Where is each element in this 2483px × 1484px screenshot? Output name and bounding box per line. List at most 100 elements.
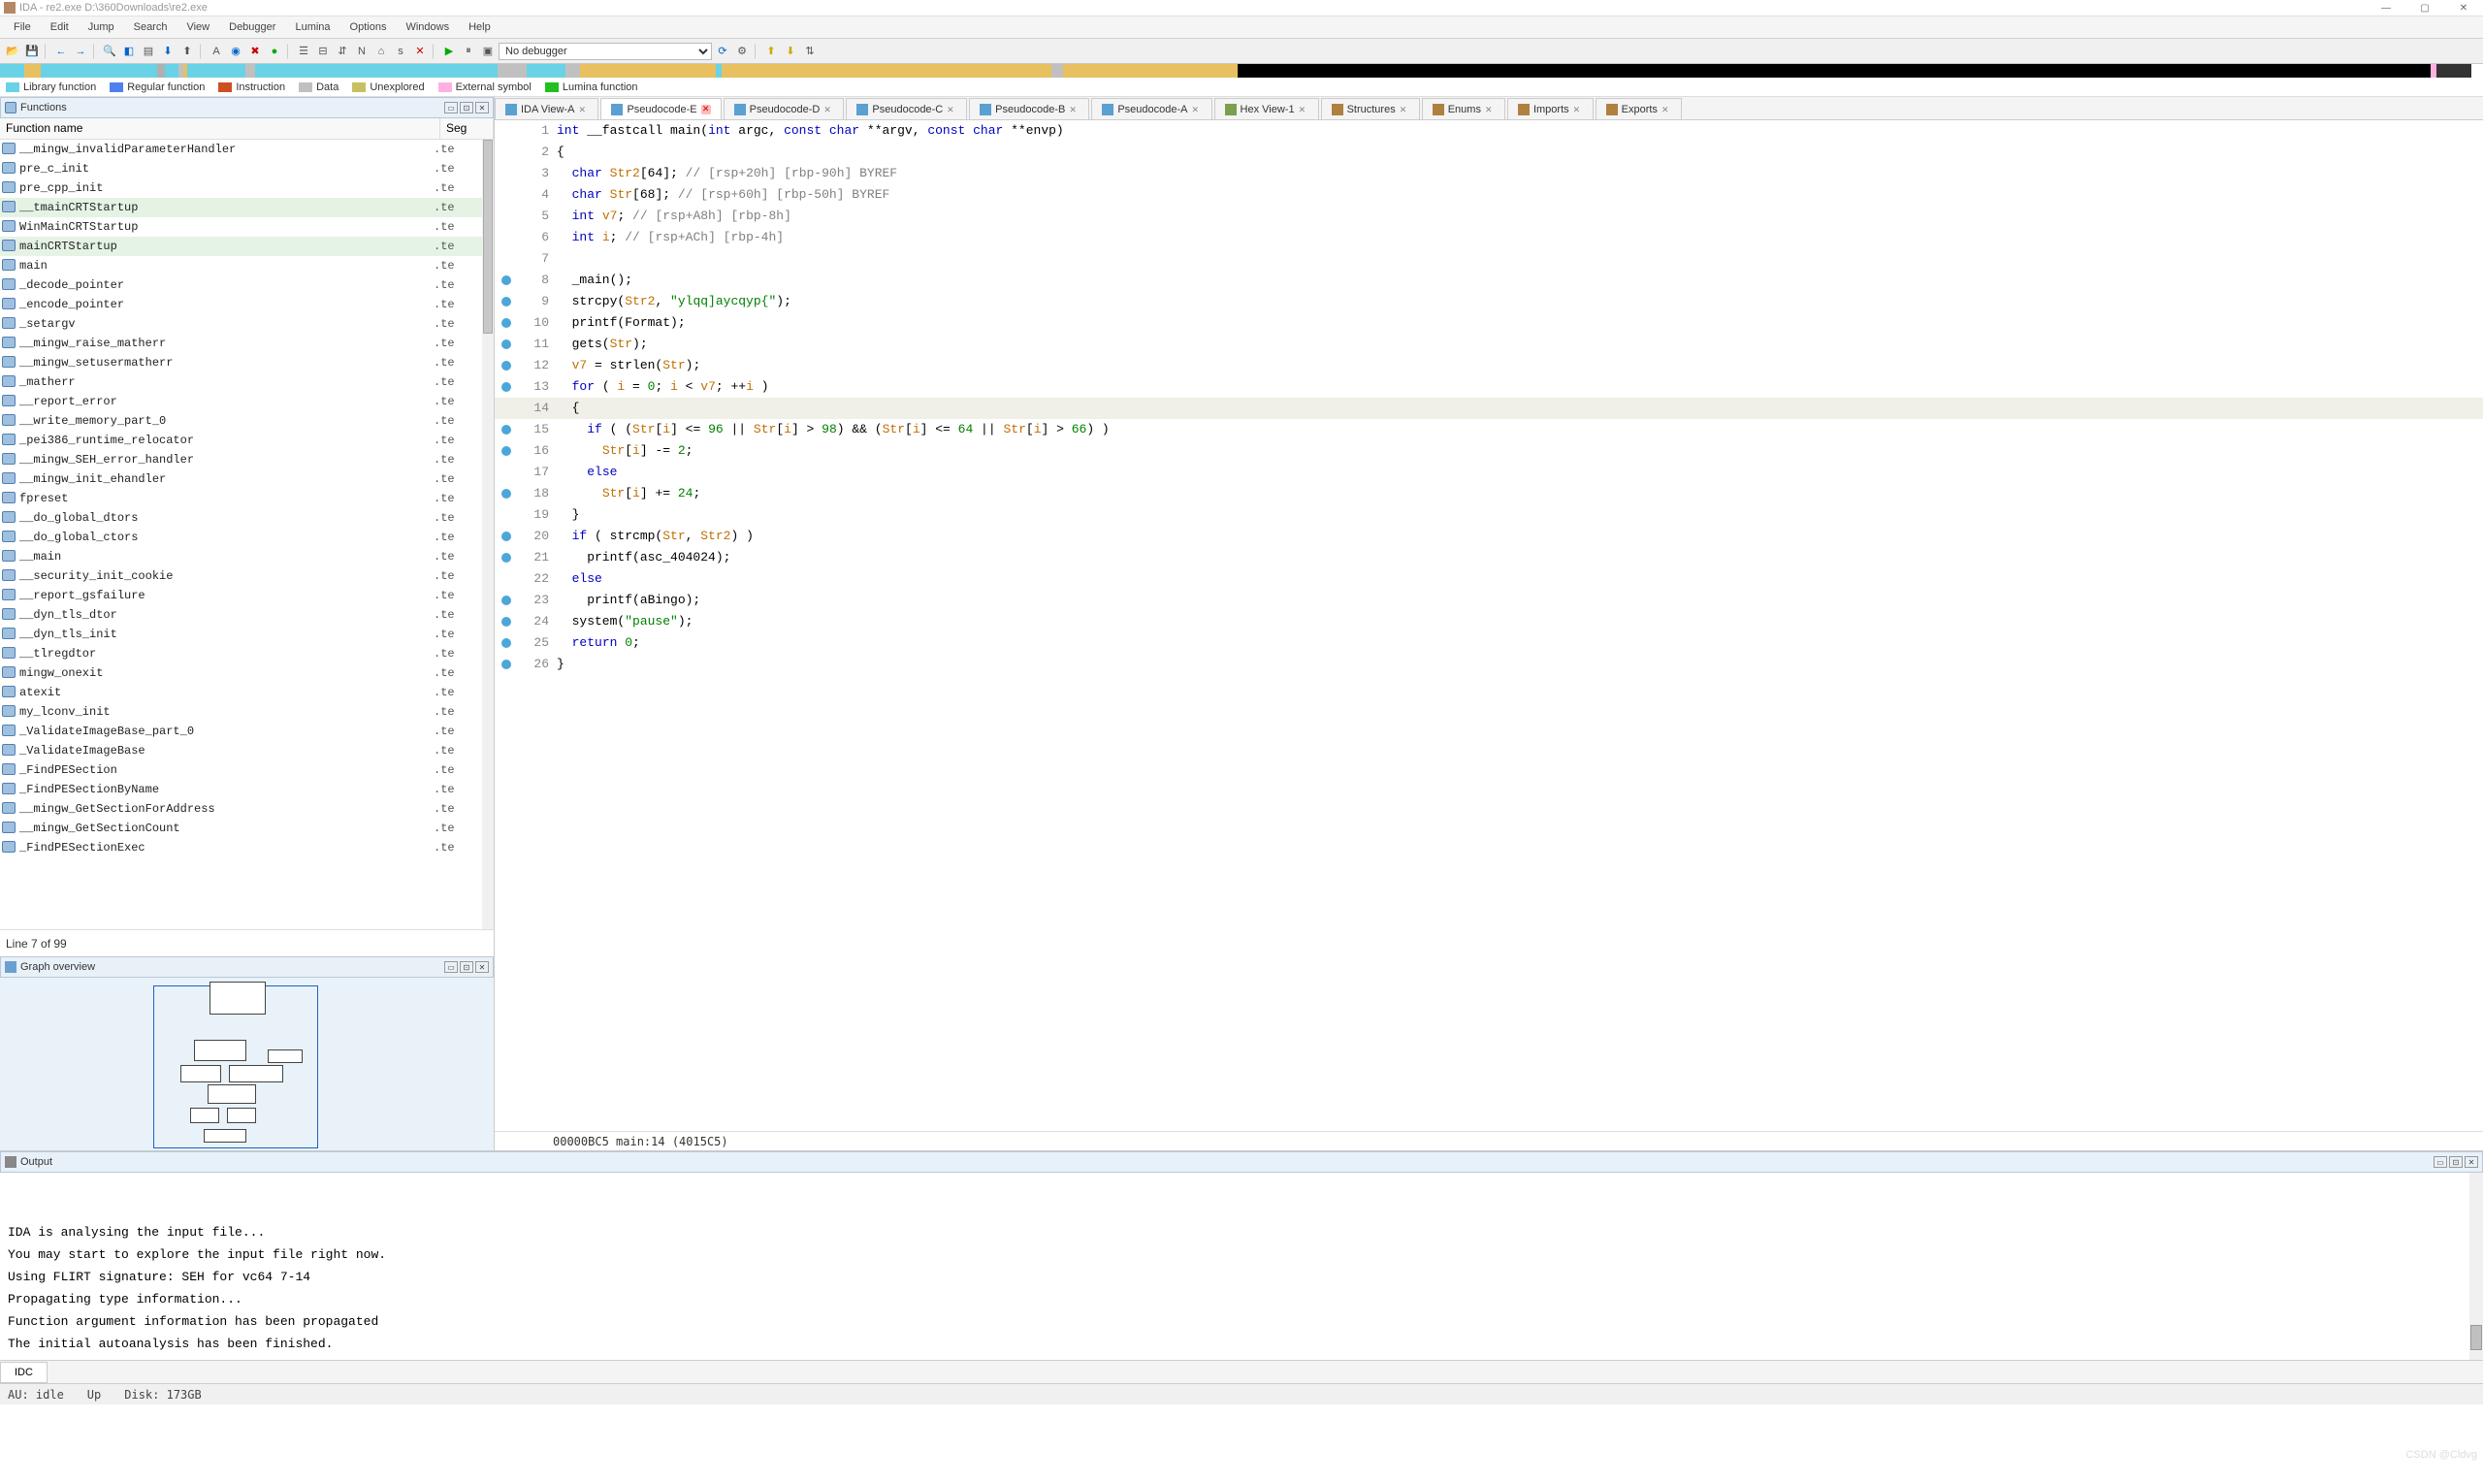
tab-hex-view-1[interactable]: Hex View-1✕ <box>1214 98 1319 119</box>
menu-jump[interactable]: Jump <box>79 21 124 33</box>
tool-icon[interactable]: ◉ <box>227 43 244 60</box>
function-row[interactable]: __mingw_GetSectionCount.te <box>0 819 482 838</box>
panel-max-icon[interactable]: ⊡ <box>460 961 473 973</box>
code-line[interactable]: 13 for ( i = 0; i < v7; ++i ) <box>495 376 2483 398</box>
function-row[interactable]: __mingw_init_ehandler.te <box>0 469 482 489</box>
code-line[interactable]: 25 return 0; <box>495 632 2483 654</box>
tool-icon[interactable]: ⬆ <box>762 43 780 60</box>
tool-icon[interactable]: 🔍 <box>101 43 118 60</box>
tool-icon[interactable]: ☰ <box>295 43 312 60</box>
function-row[interactable]: _setargv.te <box>0 314 482 334</box>
panel-undock-icon[interactable]: ▭ <box>444 961 458 973</box>
tab-close-icon[interactable]: ✕ <box>1573 105 1583 114</box>
menu-lumina[interactable]: Lumina <box>285 21 339 33</box>
tab-exports[interactable]: Exports✕ <box>1596 98 1682 119</box>
tab-pseudocode-b[interactable]: Pseudocode-B✕ <box>969 98 1089 119</box>
function-row[interactable]: my_lconv_init.te <box>0 702 482 722</box>
close-button[interactable]: ✕ <box>2444 0 2483 16</box>
breakpoint-gutter[interactable] <box>495 355 518 376</box>
breakpoint-gutter[interactable] <box>495 590 518 611</box>
tab-pseudocode-d[interactable]: Pseudocode-D✕ <box>724 98 845 119</box>
tab-ida-view-a[interactable]: IDA View-A✕ <box>495 98 598 119</box>
function-row[interactable]: __tlregdtor.te <box>0 644 482 663</box>
graph-panel-header[interactable]: Graph overview ▭ ⊡ ✕ <box>0 956 494 978</box>
menu-search[interactable]: Search <box>124 21 177 33</box>
breakpoint-gutter[interactable] <box>495 611 518 632</box>
code-line[interactable]: 9 strcpy(Str2, "ylqq]aycqyp{"); <box>495 291 2483 312</box>
function-row[interactable]: _ValidateImageBase.te <box>0 741 482 760</box>
col-segment[interactable]: Seg <box>440 118 494 139</box>
function-row[interactable]: __mingw_invalidParameterHandler.te <box>0 140 482 159</box>
breakpoint-gutter[interactable] <box>495 142 518 163</box>
stop-icon[interactable]: ▣ <box>479 43 497 60</box>
panel-max-icon[interactable]: ⊡ <box>2449 1156 2463 1168</box>
code-line[interactable]: 26} <box>495 654 2483 675</box>
fwd-icon[interactable]: → <box>72 43 89 60</box>
panel-close-icon[interactable]: ✕ <box>2465 1156 2478 1168</box>
breakpoint-gutter[interactable] <box>495 206 518 227</box>
scroll-thumb[interactable] <box>2470 1325 2482 1350</box>
function-row[interactable]: fpreset.te <box>0 489 482 508</box>
back-icon[interactable]: ← <box>52 43 70 60</box>
minimize-button[interactable]: — <box>2367 0 2405 16</box>
tab-enums[interactable]: Enums✕ <box>1422 98 1505 119</box>
function-row[interactable]: __mingw_GetSectionForAddress.te <box>0 799 482 819</box>
functions-panel-header[interactable]: Functions ▭ ⊡ ✕ <box>0 97 494 118</box>
code-line[interactable]: 8 _main(); <box>495 270 2483 291</box>
panel-max-icon[interactable]: ⊡ <box>460 102 473 113</box>
code-line[interactable]: 1int __fastcall main(int argc, const cha… <box>495 120 2483 142</box>
function-row[interactable]: WinMainCRTStartup.te <box>0 217 482 237</box>
breakpoint-gutter[interactable] <box>495 462 518 483</box>
tool-icon[interactable]: ⚙ <box>733 43 751 60</box>
function-row[interactable]: _pei386_runtime_relocator.te <box>0 431 482 450</box>
tool-icon[interactable]: ● <box>266 43 283 60</box>
code-line[interactable]: 18 Str[i] += 24; <box>495 483 2483 504</box>
breakpoint-gutter[interactable] <box>495 376 518 398</box>
code-line[interactable]: 21 printf(asc_404024); <box>495 547 2483 568</box>
tab-structures[interactable]: Structures✕ <box>1321 98 1420 119</box>
function-row[interactable]: _FindPESection.te <box>0 760 482 780</box>
breakpoint-gutter[interactable] <box>495 184 518 206</box>
tab-pseudocode-e[interactable]: Pseudocode-E✕ <box>600 98 721 119</box>
menu-edit[interactable]: Edit <box>41 21 79 33</box>
output-panel-header[interactable]: Output ▭ ⊡ ✕ <box>0 1151 2483 1173</box>
function-row[interactable]: _encode_pointer.te <box>0 295 482 314</box>
breakpoint-gutter[interactable] <box>495 120 518 142</box>
breakpoint-gutter[interactable] <box>495 504 518 526</box>
code-line[interactable]: 11 gets(Str); <box>495 334 2483 355</box>
function-row[interactable]: mingw_onexit.te <box>0 663 482 683</box>
breakpoint-gutter[interactable] <box>495 334 518 355</box>
breakpoint-gutter[interactable] <box>495 163 518 184</box>
function-row[interactable]: __mingw_raise_matherr.te <box>0 334 482 353</box>
functions-list[interactable]: Function name Seg __mingw_invalidParamet… <box>0 118 494 929</box>
function-row[interactable]: _FindPESectionByName.te <box>0 780 482 799</box>
debugger-select[interactable]: No debugger <box>499 43 712 60</box>
menu-options[interactable]: Options <box>340 21 397 33</box>
function-row[interactable]: __dyn_tls_init.te <box>0 625 482 644</box>
tab-close-icon[interactable]: ✕ <box>947 105 956 114</box>
menu-view[interactable]: View <box>177 21 219 33</box>
breakpoint-gutter[interactable] <box>495 547 518 568</box>
function-row[interactable]: _FindPESectionExec.te <box>0 838 482 857</box>
tool-icon[interactable]: A <box>208 43 225 60</box>
breakpoint-gutter[interactable] <box>495 654 518 675</box>
tool-icon[interactable]: ⊟ <box>314 43 332 60</box>
function-row[interactable]: _ValidateImageBase_part_0.te <box>0 722 482 741</box>
tab-close-icon[interactable]: ✕ <box>823 105 833 114</box>
panel-undock-icon[interactable]: ▭ <box>444 102 458 113</box>
tab-pseudocode-a[interactable]: Pseudocode-A✕ <box>1091 98 1211 119</box>
tool-icon[interactable]: N <box>353 43 371 60</box>
scroll-thumb[interactable] <box>483 140 493 334</box>
tab-close-icon[interactable]: ✕ <box>1299 105 1308 114</box>
breakpoint-gutter[interactable] <box>495 483 518 504</box>
code-line[interactable]: 16 Str[i] -= 2; <box>495 440 2483 462</box>
panel-undock-icon[interactable]: ▭ <box>2434 1156 2447 1168</box>
panel-close-icon[interactable]: ✕ <box>475 961 489 973</box>
menu-debugger[interactable]: Debugger <box>219 21 285 33</box>
open-icon[interactable]: 📂 <box>4 43 21 60</box>
tab-close-icon[interactable]: ✕ <box>1069 105 1079 114</box>
tab-close-icon[interactable]: ✕ <box>1400 105 1409 114</box>
breakpoint-gutter[interactable] <box>495 632 518 654</box>
tool-icon[interactable]: ⬇ <box>782 43 799 60</box>
function-row[interactable]: atexit.te <box>0 683 482 702</box>
